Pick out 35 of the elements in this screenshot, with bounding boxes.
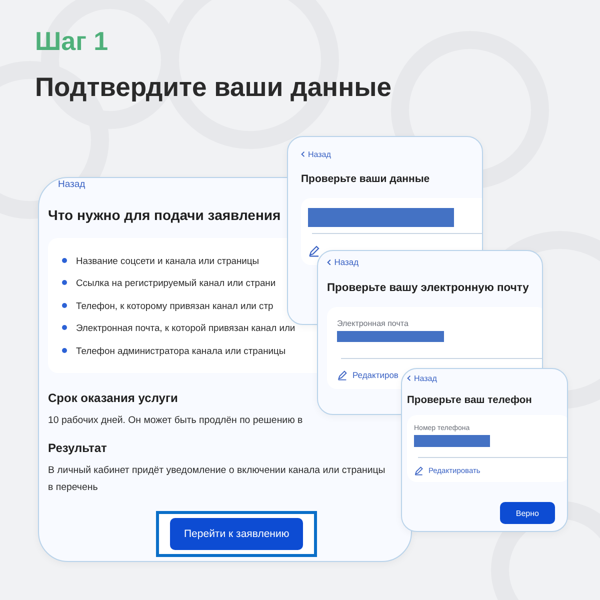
- bullet-icon: [62, 258, 67, 263]
- requirement-text: Ссылка на регистрируемый канал или страни: [76, 277, 276, 288]
- back-link[interactable]: Назад: [327, 257, 359, 267]
- requirement-text: Название соцсети и канала или страницы: [76, 254, 260, 266]
- requirement-text: Электронная почта, к которой привязан канал или: [76, 322, 296, 334]
- step-title: Шаг 1: [35, 26, 108, 57]
- go-to-application-button[interactable]: Перейти к заявлению: [170, 518, 304, 550]
- back-link[interactable]: Назад: [301, 150, 331, 159]
- confirm-button[interactable]: Верно: [500, 502, 555, 524]
- bullet-icon: [62, 302, 67, 308]
- edit-link[interactable]: [308, 245, 320, 257]
- screen-title: Проверьте ваш телефон: [407, 395, 532, 406]
- chevron-left-icon: [327, 258, 332, 266]
- section-text: В личный кабинет придёт уведомление о включении канала или страницы в перечень: [48, 464, 386, 496]
- field-label: Электронная почта: [337, 319, 408, 328]
- section-text: 10 рабочих дней. Он может быть продлён по решению в: [48, 414, 303, 428]
- pencil-icon: [308, 245, 320, 257]
- requirement-text: Телефон, к которому привязан канал или стр: [76, 300, 274, 311]
- section-title: Срок оказания услуги: [48, 390, 178, 404]
- screen-title: Что нужно для подачи заявления: [48, 207, 281, 223]
- screen-title: Проверьте ваши данные: [301, 173, 430, 185]
- back-link[interactable]: Назад: [58, 179, 86, 190]
- edit-link[interactable]: Редактиров: [337, 370, 398, 380]
- chevron-left-icon: [301, 151, 305, 158]
- bullet-icon: [62, 348, 67, 353]
- pencil-icon: [337, 370, 348, 380]
- bullet-icon: [62, 280, 67, 286]
- back-link[interactable]: Назад: [407, 374, 437, 383]
- chevron-left-icon: [407, 375, 411, 382]
- requirement-text: Телефон администратора канала или страницы: [76, 344, 286, 356]
- pencil-icon: [414, 466, 424, 476]
- section-title: Результат: [48, 441, 107, 456]
- screen-title: Проверьте вашу электронную почту: [327, 282, 529, 294]
- bullet-icon: [62, 325, 67, 330]
- page-heading: Подтвердите ваши данные: [35, 72, 392, 103]
